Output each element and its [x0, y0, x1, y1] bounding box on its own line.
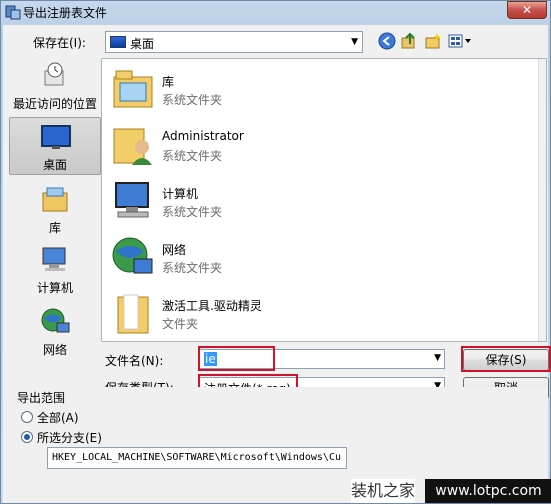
views-menu-icon [448, 34, 471, 48]
list-item[interactable]: 激活工具.驱动精灵 文件夹 [102, 285, 542, 341]
export-range-label: 导出范围 [17, 391, 66, 405]
file-name: 网络 [162, 243, 187, 257]
back-button[interactable] [377, 32, 397, 52]
libraries-folder-icon [113, 70, 153, 108]
network-icon [112, 237, 153, 274]
place-desktop[interactable]: 桌面 [9, 117, 101, 175]
location-label: 保存在(I): [33, 36, 86, 50]
computer-icon [115, 182, 149, 218]
file-type: 系统文件夹 [162, 261, 223, 275]
file-type: 文件夹 [162, 317, 199, 331]
export-all-label: 全部(A) [37, 411, 79, 425]
window-title: 导出注册表文件 [23, 6, 108, 20]
file-list-scrollbar[interactable] [538, 59, 546, 341]
views-menu-button[interactable] [447, 32, 475, 52]
watermark-right: www.lotpc.com [425, 479, 551, 503]
export-branch-label: 所选分支(E) [37, 431, 102, 445]
file-type: 系统文件夹 [162, 149, 223, 163]
desktop-icon [41, 125, 71, 149]
file-type: 系统文件夹 [162, 205, 223, 219]
place-network[interactable]: 网络 [9, 303, 101, 361]
chevron-down-icon: ▼ [351, 37, 358, 47]
highlight-box [198, 346, 275, 371]
desktop-icon [110, 36, 126, 48]
place-recent[interactable]: 最近访问的位置 [9, 57, 101, 115]
file-name: 激活工具.驱动精灵 [162, 299, 262, 313]
libraries-icon [42, 187, 68, 212]
location-combo[interactable]: 桌面 ▼ [105, 31, 363, 53]
places-bar: 最近访问的位置 桌面 库 计算机 网络 [9, 53, 101, 373]
place-label: 最近访问的位置 [12, 97, 97, 111]
place-label: 库 [48, 221, 61, 235]
file-list: 库 系统文件夹 Administrator 系统文件夹 计算机 系统文件夹 网络… [101, 58, 547, 342]
filename-label: 文件名(N): [105, 354, 164, 368]
export-registry-dialog: 导出注册表文件 ✕ 保存在(I): 桌面 ▼ 最近访问的位置 桌面 库 计算机 … [0, 0, 551, 504]
watermark-left: 装机之家 [351, 479, 416, 503]
place-label: 桌面 [42, 158, 67, 172]
new-folder-icon [425, 33, 441, 49]
place-computer[interactable]: 计算机 [9, 241, 101, 299]
list-item[interactable]: 计算机 系统文件夹 [102, 173, 542, 229]
file-name: 库 [162, 75, 175, 89]
export-all-radio[interactable] [21, 411, 33, 423]
regedit-icon [5, 5, 21, 20]
place-label: 计算机 [36, 281, 73, 295]
title-bar: 导出注册表文件 ✕ [1, 1, 550, 23]
location-value: 桌面 [130, 37, 155, 51]
user-folder-icon [113, 128, 152, 165]
new-folder-button[interactable] [423, 32, 443, 52]
network-icon [41, 308, 70, 333]
selected-branch-field[interactable]: HKEY_LOCAL_MACHINE\SOFTWARE\Microsoft\Wi… [47, 447, 347, 469]
highlight-box [461, 346, 551, 372]
up-folder-icon [401, 32, 415, 49]
file-type: 系统文件夹 [162, 93, 223, 107]
list-item[interactable]: Administrator 系统文件夹 [102, 117, 542, 173]
up-folder-button[interactable] [399, 32, 419, 52]
back-icon [378, 32, 396, 50]
export-branch-radio[interactable] [21, 431, 33, 443]
close-button[interactable]: ✕ [507, 1, 547, 19]
file-name: Administrator [162, 129, 244, 143]
list-item[interactable]: 库 系统文件夹 [102, 61, 542, 117]
list-item[interactable]: 网络 系统文件夹 [102, 229, 542, 285]
folder-icon [117, 294, 149, 334]
chevron-down-icon: ▼ [434, 353, 441, 363]
recent-places-icon [44, 62, 64, 86]
place-libraries[interactable]: 库 [9, 181, 101, 239]
file-name: 计算机 [162, 187, 199, 201]
computer-icon [42, 247, 66, 271]
place-label: 网络 [42, 343, 67, 357]
